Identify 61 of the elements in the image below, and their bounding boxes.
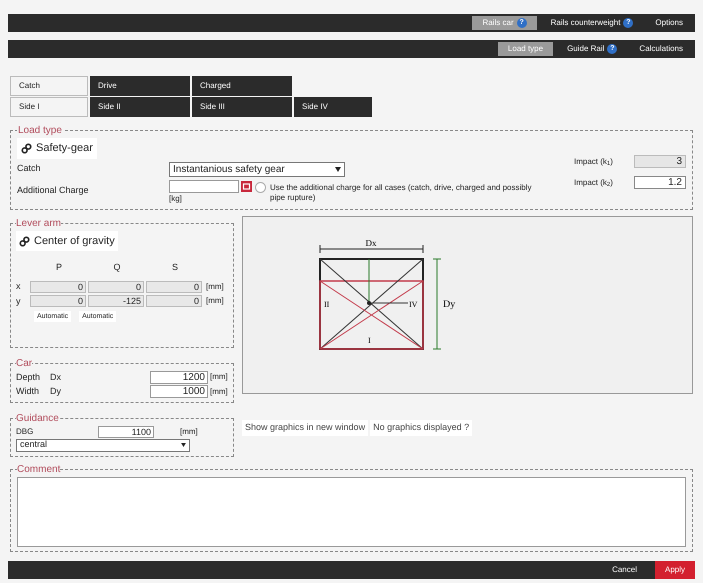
row-label: y xyxy=(16,294,22,308)
dimension-input[interactable]: 1000 xyxy=(150,385,208,398)
nav-tab[interactable]: Calculations xyxy=(631,42,691,56)
position-select[interactable]: central xyxy=(16,438,190,452)
row-label: x xyxy=(16,280,22,293)
dbg-input[interactable]: 1100 xyxy=(98,426,154,438)
tab[interactable]: Side II xyxy=(90,97,190,117)
column-header: Q xyxy=(112,260,122,274)
unit-label: [mm] xyxy=(206,280,224,293)
section-legend: Load type xyxy=(17,123,63,138)
diagram-label: Dx xyxy=(366,238,376,248)
field-label: Depth xyxy=(16,370,42,384)
symbol-label: Dx xyxy=(50,370,62,384)
apply-button[interactable]: Apply xyxy=(654,560,695,578)
diagram-label: I xyxy=(368,336,371,344)
diagram-label: II xyxy=(324,300,330,308)
symbol-label: Dy xyxy=(50,385,62,398)
charge-input[interactable] xyxy=(169,180,239,192)
diagram-label: IV xyxy=(409,300,418,308)
unit-label: [mm] xyxy=(210,386,228,398)
dropdown-icon xyxy=(335,166,341,172)
field-label: Additional Charge xyxy=(17,184,90,197)
tab[interactable]: Charged xyxy=(192,76,292,96)
section-legend: Comment xyxy=(17,462,60,476)
diagram-label: Dy xyxy=(443,298,456,310)
cancel-button[interactable]: Cancel xyxy=(606,560,643,578)
tab[interactable]: Side I xyxy=(10,97,88,117)
comment-textarea[interactable] xyxy=(17,476,686,546)
tab[interactable]: Side III xyxy=(192,97,292,117)
field-label: Impact (k$_{2}$) xyxy=(574,176,613,188)
column-header: P xyxy=(54,260,63,274)
option-checkbox[interactable] xyxy=(255,182,266,192)
tab[interactable]: Side IV xyxy=(294,97,372,117)
field-label: DBG xyxy=(16,426,34,438)
tab[interactable]: Drive xyxy=(90,76,190,96)
catch-select[interactable]: Instantanious safety gear xyxy=(169,162,345,176)
impact-input[interactable]: 1.2 xyxy=(634,176,686,189)
column-header: S xyxy=(170,260,179,274)
section-legend: Car xyxy=(16,356,32,370)
field-label: Width xyxy=(16,385,40,398)
impact-input: 3 xyxy=(634,155,686,168)
dimension-input[interactable]: 1200 xyxy=(150,370,208,384)
section-legend: Guidance xyxy=(16,410,59,426)
unit-label: [mm] xyxy=(210,371,228,384)
field-label: Impact (k$_{1}$) xyxy=(574,156,613,168)
unit-label: [mm] xyxy=(206,295,224,308)
link-icon xyxy=(21,142,32,154)
safety-gear-chip: Safety-gear xyxy=(17,138,97,158)
option-label: Use the additional charge for all cases (catch, drive, charged and possibly pipe rupture) xyxy=(270,182,532,202)
unit-label: [mm] xyxy=(180,426,198,438)
center-of-gravity-chip: Center of gravity xyxy=(16,230,118,252)
nav-tab[interactable]: Options xyxy=(647,16,691,30)
field-label: Catch xyxy=(17,162,42,176)
dropdown-icon xyxy=(181,443,186,447)
unit-label: [kg] xyxy=(169,192,183,204)
graphics-button[interactable]: Show graphics in new window xyxy=(242,420,368,436)
graphics-button[interactable]: No graphics displayed ? xyxy=(370,420,472,436)
section-legend: Lever arm xyxy=(16,216,62,230)
square-icon[interactable] xyxy=(241,180,252,192)
tab[interactable]: Catch xyxy=(10,76,88,96)
link-icon xyxy=(19,236,30,246)
